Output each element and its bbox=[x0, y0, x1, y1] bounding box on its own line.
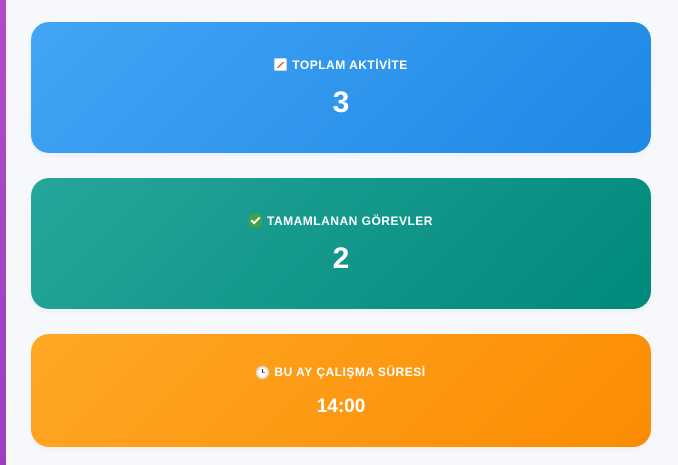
monthly-work-time-label: BU AY ÇALIŞMA SÜRESİ bbox=[274, 365, 426, 379]
completed-tasks-card: TAMAMLANAN GÖREVLER 2 bbox=[31, 178, 651, 309]
total-activity-label: TOPLAM AKTİVİTE bbox=[292, 57, 408, 72]
check-mark-icon bbox=[249, 214, 263, 227]
completed-tasks-label: TAMAMLANAN GÖREVLER bbox=[267, 213, 433, 228]
monthly-work-time-label-row: BU AY ÇALIŞMA SÜRESİ bbox=[256, 365, 425, 379]
chart-increasing-icon bbox=[274, 58, 288, 71]
completed-tasks-label-row: TAMAMLANAN GÖREVLER bbox=[249, 214, 433, 228]
monthly-work-time-card: BU AY ÇALIŞMA SÜRESİ 14:00 bbox=[31, 334, 651, 447]
monthly-work-time-value: 14:00 bbox=[316, 396, 366, 417]
total-activity-value: 3 bbox=[332, 85, 350, 119]
total-activity-label-row: TOPLAM AKTİVİTE bbox=[274, 58, 408, 72]
stopwatch-icon bbox=[256, 365, 270, 379]
stats-panel: TOPLAM AKTİVİTE 3 TAMAMLANAN GÖREVLER 2 … bbox=[6, 0, 678, 465]
total-activity-card: TOPLAM AKTİVİTE 3 bbox=[31, 22, 651, 153]
completed-tasks-value: 2 bbox=[332, 241, 350, 275]
